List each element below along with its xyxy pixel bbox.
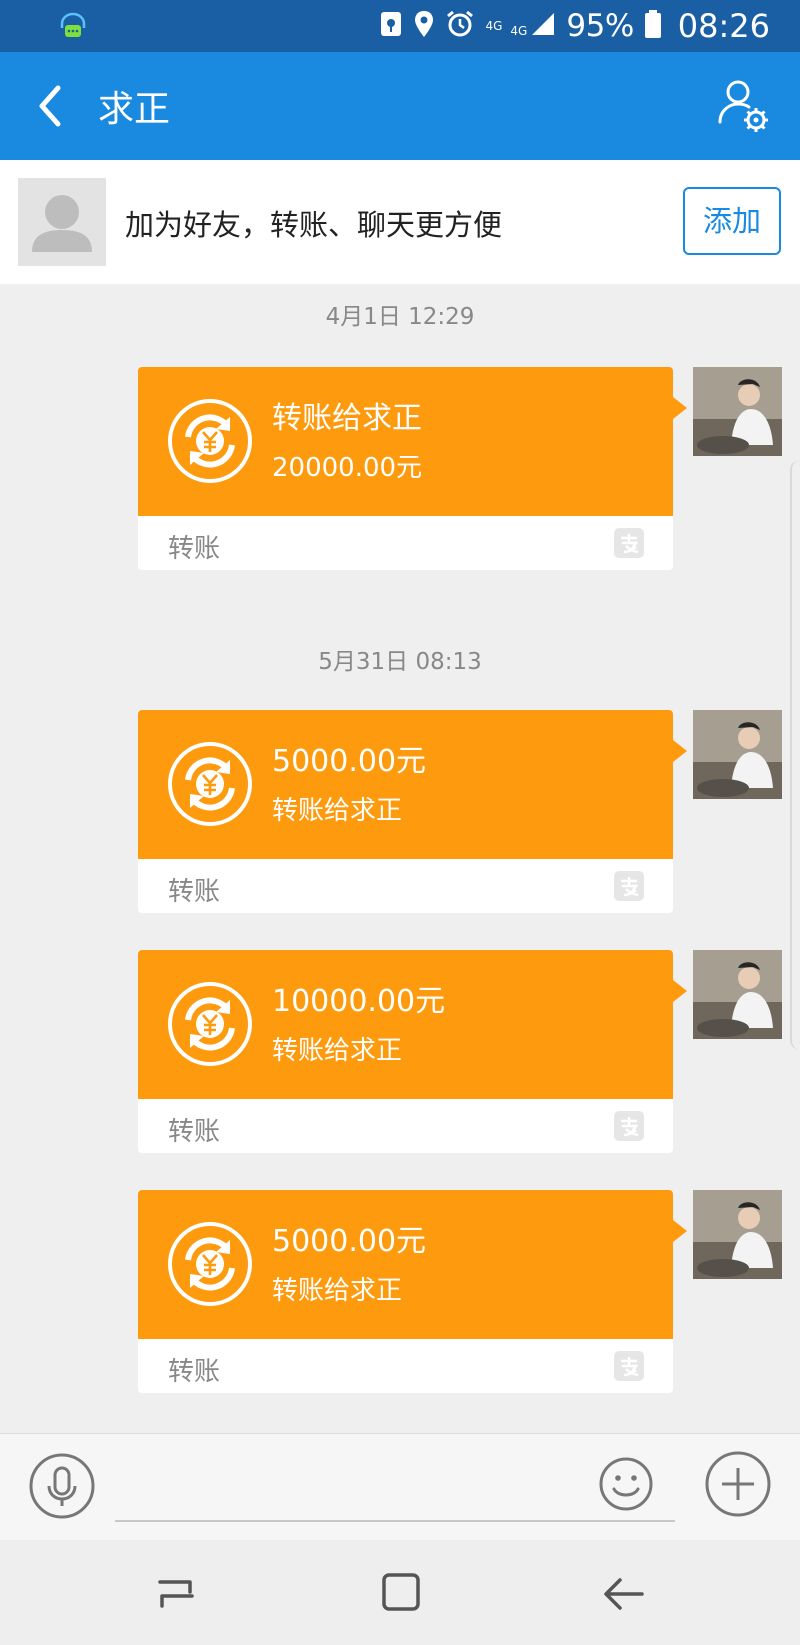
transfer-card-footer: 转账 bbox=[138, 1339, 673, 1393]
alipay-logo-icon bbox=[614, 871, 644, 901]
transfer-yuan-icon bbox=[166, 397, 254, 485]
add-friend-hint: 加为好友，转账、聊天更方便 bbox=[125, 208, 503, 242]
default-avatar-icon bbox=[18, 178, 106, 266]
home-icon[interactable] bbox=[381, 1572, 421, 1612]
battery-icon bbox=[644, 9, 662, 43]
user-avatar[interactable] bbox=[693, 1190, 782, 1279]
transfer-card-footer: 转账 bbox=[138, 516, 673, 570]
transfer-amount: 20000.00元 bbox=[272, 453, 423, 483]
emoji-icon[interactable] bbox=[598, 1456, 654, 1512]
vpn-key-icon bbox=[379, 9, 403, 43]
microphone-icon[interactable] bbox=[28, 1452, 96, 1520]
transfer-yuan-icon bbox=[166, 740, 254, 828]
alarm-icon bbox=[445, 9, 475, 43]
transfer-message-card[interactable]: 5000.00元 转账给求正 转账 bbox=[138, 710, 687, 913]
transfer-card-footer: 转账 bbox=[138, 1099, 673, 1153]
bubble-pointer bbox=[673, 1220, 687, 1242]
back-nav-icon[interactable] bbox=[602, 1574, 646, 1614]
add-friend-banner: 加为好友，转账、聊天更方便 添加 bbox=[0, 160, 800, 284]
alipay-logo-icon bbox=[614, 528, 644, 558]
time-label: 5月31日 08:13 bbox=[318, 649, 482, 675]
transfer-card-header: 10000.00元 转账给求正 bbox=[138, 950, 673, 1099]
transfer-title: 转账给求正 bbox=[272, 401, 422, 436]
clock: 08:26 bbox=[677, 7, 770, 45]
message-input-bar bbox=[0, 1433, 800, 1540]
back-arrow-icon[interactable] bbox=[32, 82, 72, 130]
signal-icon: 4G bbox=[510, 9, 556, 43]
transfer-type-label: 转账 bbox=[168, 877, 221, 907]
nav-bar: 求正 bbox=[0, 52, 800, 160]
add-friend-button[interactable]: 添加 bbox=[683, 187, 781, 255]
alipay-logo-icon bbox=[614, 1351, 644, 1381]
time-label: 4月1日 12:29 bbox=[325, 304, 475, 330]
bubble-pointer bbox=[673, 397, 687, 419]
transfer-amount: 5000.00元 bbox=[272, 1224, 427, 1259]
edge-panel-handle[interactable] bbox=[790, 460, 800, 1050]
transfer-title: 转账给求正 bbox=[272, 1036, 403, 1066]
transfer-message-card[interactable]: 转账给求正 20000.00元 转账 bbox=[138, 367, 687, 570]
transfer-type-label: 转账 bbox=[168, 534, 221, 564]
message-input[interactable] bbox=[115, 1520, 675, 1522]
transfer-message-card[interactable]: 10000.00元 转账给求正 转账 bbox=[138, 950, 687, 1153]
transfer-title: 转账给求正 bbox=[272, 1276, 403, 1306]
transfer-type-label: 转账 bbox=[168, 1357, 221, 1387]
location-icon bbox=[413, 9, 435, 43]
transfer-card-header: 5000.00元 转账给求正 bbox=[138, 710, 673, 859]
chat-notification-icon bbox=[58, 11, 88, 45]
plus-icon[interactable] bbox=[704, 1450, 772, 1518]
bubble-pointer bbox=[673, 740, 687, 762]
system-nav-bar bbox=[0, 1540, 800, 1645]
recent-apps-icon[interactable] bbox=[154, 1574, 198, 1614]
network-type-bottom: 4G bbox=[510, 24, 528, 38]
transfer-amount: 10000.00元 bbox=[272, 984, 446, 1019]
user-avatar[interactable] bbox=[693, 950, 782, 1039]
transfer-yuan-icon bbox=[166, 980, 254, 1068]
page-title: 求正 bbox=[98, 89, 171, 130]
user-settings-icon[interactable] bbox=[716, 78, 770, 136]
network-type-top: 4G bbox=[485, 19, 503, 33]
transfer-yuan-icon bbox=[166, 1220, 254, 1308]
status-bar: 4G 4G 95% 08:26 bbox=[0, 0, 800, 52]
alipay-logo-icon bbox=[614, 1111, 644, 1141]
transfer-type-label: 转账 bbox=[168, 1117, 221, 1147]
user-avatar[interactable] bbox=[693, 367, 782, 456]
user-avatar[interactable] bbox=[693, 710, 782, 799]
transfer-card-footer: 转账 bbox=[138, 859, 673, 913]
transfer-card-header: 转账给求正 20000.00元 bbox=[138, 367, 673, 516]
transfer-amount: 5000.00元 bbox=[272, 744, 427, 779]
transfer-message-card[interactable]: 5000.00元 转账给求正 转账 bbox=[138, 1190, 687, 1393]
transfer-card-header: 5000.00元 转账给求正 bbox=[138, 1190, 673, 1339]
battery-percent: 95% bbox=[566, 8, 634, 44]
bubble-pointer bbox=[673, 980, 687, 1002]
transfer-title: 转账给求正 bbox=[272, 796, 403, 826]
